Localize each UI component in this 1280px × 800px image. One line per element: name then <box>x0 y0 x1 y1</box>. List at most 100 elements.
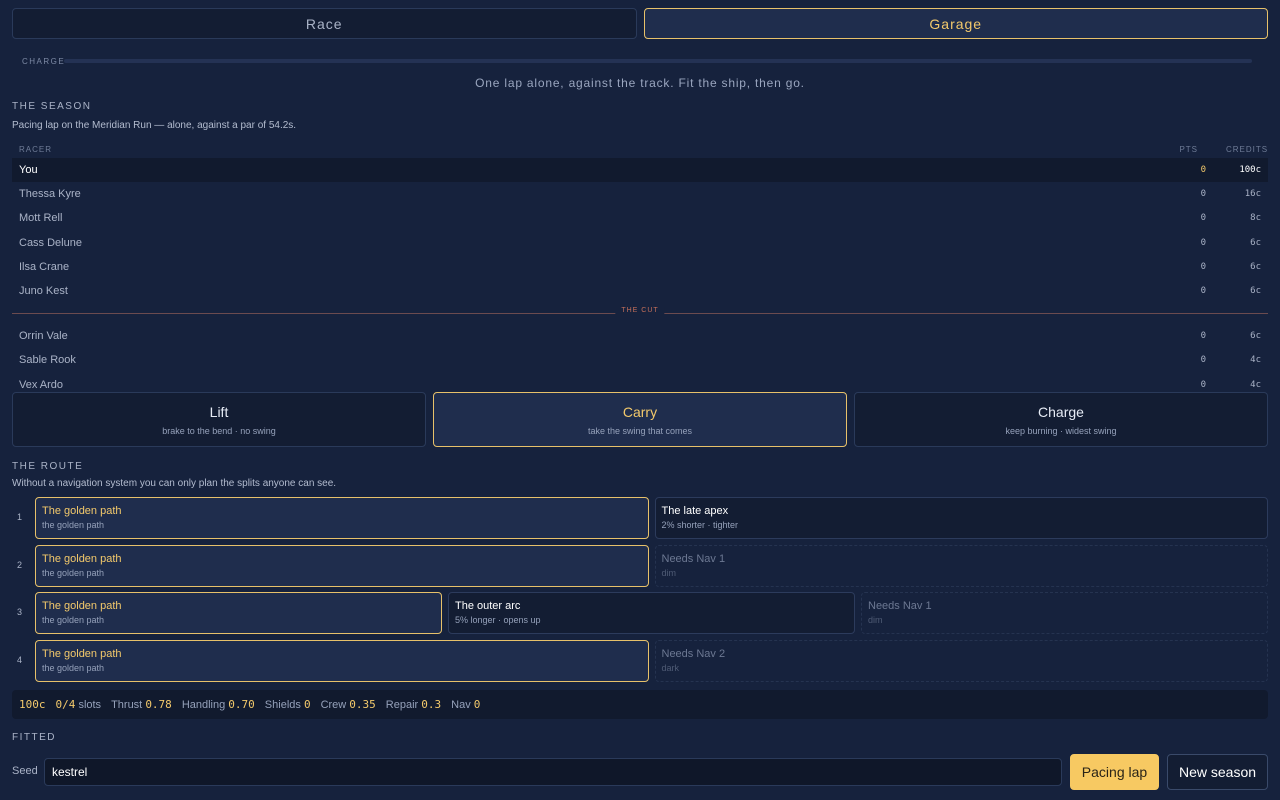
fitted-title: FITTED <box>12 732 56 743</box>
racer-header: RACER <box>19 144 53 154</box>
standings-row: Juno Kest 0 6c <box>12 279 1268 303</box>
route-option-desc: dim <box>868 615 883 625</box>
route-option-desc: 2% shorter · tighter <box>661 520 739 530</box>
route-option-desc: the golden path <box>42 662 105 673</box>
stat-value: 0.70 <box>228 698 255 711</box>
racer-credits: 4c <box>1250 379 1261 390</box>
route-split-number: 1 <box>17 512 23 522</box>
route-planner: 1 The golden path the golden path The late … <box>12 497 1268 687</box>
route-options: The golden path the golden path Needs Nav … <box>35 544 1268 587</box>
stat-label: Repair <box>385 699 419 711</box>
new-season-button[interactable]: New season <box>1167 754 1268 790</box>
charge-label: CHARGE <box>22 56 66 66</box>
stance-desc: keep burning · widest swing <box>1005 425 1117 436</box>
seed-input[interactable] <box>44 758 1062 786</box>
stat-value: 0.3 <box>421 698 442 711</box>
stat-value: 0.35 <box>349 698 376 711</box>
route-title: THE ROUTE <box>12 461 84 472</box>
route-option-desc: 5% longer · opens up <box>455 615 541 625</box>
stat-value: 0 <box>473 698 481 711</box>
credits-header: CREDITS <box>1226 144 1269 154</box>
tab-race[interactable]: Race <box>12 8 637 39</box>
racer-pts: 0 <box>1200 189 1206 200</box>
racer-name: Thessa Kyre <box>19 188 81 201</box>
seed-label: Seed <box>12 765 38 777</box>
stat-slots: 0/4 slots <box>55 698 102 711</box>
route-option-title: The golden path <box>42 505 122 517</box>
route-option-desc: dim <box>661 567 677 578</box>
racer-name: Vex Ardo <box>19 378 64 391</box>
season-title: THE SEASON <box>12 101 92 112</box>
tab-garage[interactable]: Garage <box>643 8 1268 39</box>
racer-pts: 0 <box>1200 286 1206 297</box>
route-option-title: The outer arc <box>455 600 521 612</box>
stance-title: Charge <box>1038 403 1084 420</box>
racer-name: Sable Rook <box>19 354 76 367</box>
charge-track <box>64 59 1252 63</box>
route-option[interactable]: The outer arc 5% longer · opens up <box>448 592 855 634</box>
route-subtitle: Without a navigation system you can only… <box>12 478 337 489</box>
racer-pts: 0 <box>1200 379 1206 390</box>
stat-thrust: Thrust 0.78 <box>111 698 172 711</box>
route-row: 3 The golden path the golden path The outer… <box>12 592 1268 640</box>
racer-credits: 6c <box>1250 237 1261 248</box>
standings-table: RACER PTS CREDITS You 0 100c Thessa Kyre 0 16… <box>12 140 1268 397</box>
route-option-desc: the golden path <box>42 615 105 625</box>
route-split-number: 3 <box>17 607 23 617</box>
racer-credits: 8c <box>1250 213 1261 224</box>
route-option[interactable]: The golden path the golden path <box>35 639 649 682</box>
standings-row: Cass Delune 0 6c <box>12 231 1268 255</box>
route-option-title: Needs Nav 1 <box>661 552 726 565</box>
standings-row: Mott Rell 0 8c <box>12 206 1268 230</box>
pacing-lap-button[interactable]: Pacing lap <box>1070 754 1159 790</box>
charge-meter: CHARGE <box>22 55 1252 67</box>
standings-row: Sable Rook 0 4c <box>12 348 1268 372</box>
racer-pts: 0 <box>1200 261 1206 272</box>
stance-carry[interactable]: Carry take the swing that comes <box>433 392 847 447</box>
route-options: The golden path the golden path The late a… <box>35 497 1268 539</box>
racer-credits: 100c <box>1239 165 1261 176</box>
cut-label: THE CUT <box>615 307 665 315</box>
standings-row: Thessa Kyre 0 16c <box>12 182 1268 206</box>
route-option[interactable]: The late apex 2% shorter · tighter <box>654 497 1268 539</box>
route-option[interactable]: The golden path the golden path <box>35 497 649 539</box>
route-row: 4 The golden path the golden path Needs Nav… <box>12 639 1268 688</box>
route-option[interactable]: The golden path the golden path <box>35 544 649 587</box>
tab-bar: Race Garage <box>12 8 1268 39</box>
stat-handling: Handling 0.70 <box>182 698 255 711</box>
ship-stats-bar: 100c 0/4 slots Thrust 0.78 Handling 0.70 S… <box>12 690 1268 719</box>
route-option-desc: dark <box>661 662 680 673</box>
standings-row: Ilsa Crane 0 6c <box>12 255 1268 279</box>
racer-name: Mott Rell <box>19 212 63 225</box>
racer-name: Ilsa Crane <box>19 260 70 273</box>
stat-shields: Shields 0 <box>265 698 311 711</box>
racer-name: You <box>19 164 38 177</box>
route-split-number: 2 <box>17 559 23 570</box>
stat-label: Thrust <box>111 699 143 711</box>
stat-crew: Crew 0.35 <box>321 698 376 711</box>
route-option-title: Needs Nav 2 <box>661 647 726 660</box>
route-option-locked: Needs Nav 2 dark <box>654 639 1268 682</box>
stat-label: Handling <box>181 699 226 711</box>
racer-name: Cass Delune <box>19 236 82 249</box>
racer-pts: 0 <box>1200 331 1206 342</box>
racer-name: Orrin Vale <box>19 330 68 343</box>
cut-divider: THE CUT <box>12 303 1268 324</box>
stat-label: Nav <box>451 699 471 711</box>
stance-charge[interactable]: Charge keep burning · widest swing <box>854 392 1268 447</box>
stance-title: Lift <box>209 403 229 420</box>
stat-nav: Nav 0 <box>451 698 480 711</box>
route-split-number: 4 <box>17 654 23 665</box>
pts-header: PTS <box>1179 144 1198 154</box>
stance-desc: brake to the bend · no swing <box>162 425 276 436</box>
standings-header: RACER PTS CREDITS <box>12 140 1268 158</box>
racer-credits: 6c <box>1250 331 1261 342</box>
racer-credits: 6c <box>1250 286 1261 297</box>
stance-selector: Lift brake to the bend · no swing Carry … <box>12 392 1268 447</box>
route-option[interactable]: The golden path the golden path <box>35 592 442 634</box>
racer-pts: 0 <box>1200 213 1206 224</box>
racer-name: Juno Kest <box>19 285 68 298</box>
stance-title: Carry <box>622 403 658 420</box>
route-option-locked: Needs Nav 1 dim <box>861 592 1268 634</box>
stance-lift[interactable]: Lift brake to the bend · no swing <box>12 392 426 447</box>
